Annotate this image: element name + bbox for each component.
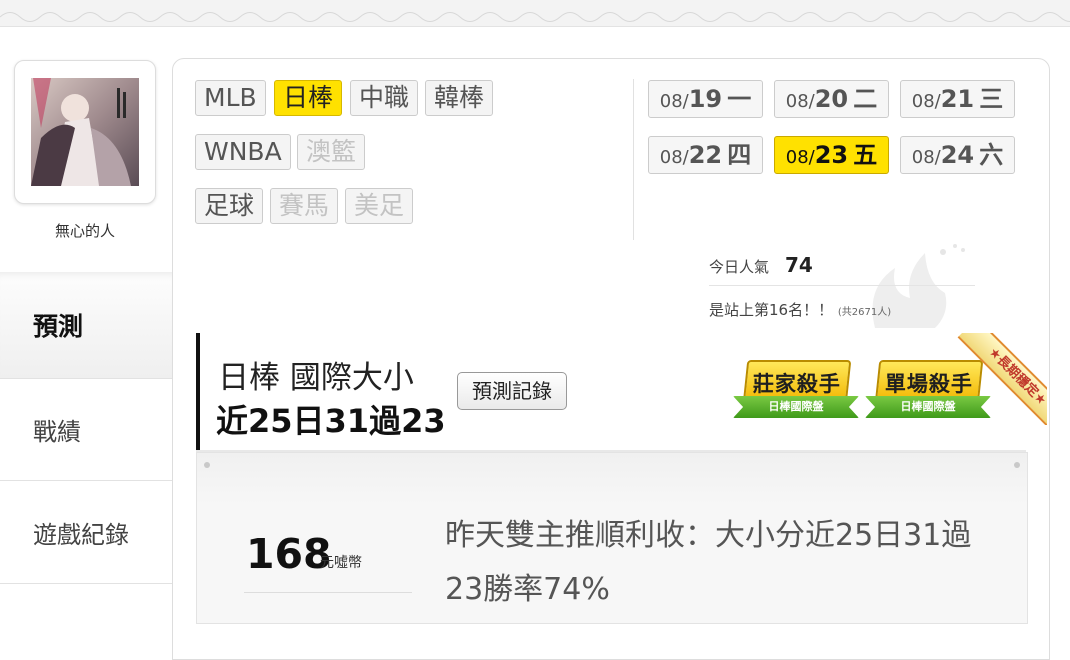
date-weekday: 一 xyxy=(727,85,752,113)
prediction-header-accent xyxy=(196,333,200,450)
avatar[interactable] xyxy=(31,78,139,186)
date-chip-0824[interactable]: 08/24 六 xyxy=(900,136,1015,174)
league-chip-wnba[interactable]: WNBA xyxy=(195,134,291,170)
date-weekday: 二 xyxy=(853,85,878,113)
date-day: 23 xyxy=(814,141,849,169)
badge-subtitle: 日棒國際盤 xyxy=(768,400,824,413)
pin-icon xyxy=(1014,462,1020,468)
prediction-title: 日棒 國際大小 xyxy=(218,360,414,396)
badge-title: 莊家殺手 xyxy=(752,372,841,396)
date-month: 08/ xyxy=(785,147,815,168)
date-chip-0821[interactable]: 08/21 三 xyxy=(900,80,1015,118)
rank-row: 是站上第16名！！ (共2671人) xyxy=(709,299,891,320)
rank-total: (共2671人) xyxy=(837,307,892,318)
popularity-row: 今日人氣 74 xyxy=(709,253,813,277)
rank-text: 是站上第16名！！ xyxy=(709,301,834,319)
league-chip-mlb[interactable]: MLB xyxy=(195,80,266,116)
username: 無心的人 xyxy=(54,222,115,240)
prediction-description: 昨天雙主推順利收：大小分近25日31過23勝率74% xyxy=(445,518,972,607)
long-term-stable-ribbon: ★長期穩定★ xyxy=(955,333,1047,425)
league-chip-australia-basketball: 澳籃 xyxy=(297,134,366,170)
date-weekday: 四 xyxy=(727,141,752,169)
date-day: 24 xyxy=(940,141,975,169)
divider xyxy=(633,79,634,240)
date-month: 08/ xyxy=(911,91,941,112)
popularity-value: 74 xyxy=(785,253,813,277)
divider xyxy=(709,285,975,286)
coin-amount: 168 xyxy=(246,530,332,578)
sidebar-tab-label: 遊戲紀錄 xyxy=(33,520,129,549)
sidebar-tab-record[interactable]: 戰績 xyxy=(0,378,172,480)
league-chip-american-football: 美足 xyxy=(345,188,414,224)
league-chip-soccer[interactable]: 足球 xyxy=(195,188,264,224)
league-chip-kbo[interactable]: 韓棒 xyxy=(425,80,494,116)
league-chip-japan-baseball[interactable]: 日棒 xyxy=(274,80,343,116)
date-month: 08/ xyxy=(659,91,689,112)
sidebar-tab-predict[interactable]: 預測 xyxy=(0,272,172,378)
sidebar-tab-game-log[interactable]: 遊戲紀錄 xyxy=(0,480,172,584)
date-day: 21 xyxy=(940,85,975,113)
date-chip-0819[interactable]: 08/19 一 xyxy=(648,80,763,118)
date-month: 08/ xyxy=(659,147,689,168)
date-chip-0823[interactable]: 08/23 五 xyxy=(774,136,889,174)
date-weekday: 五 xyxy=(853,141,878,169)
date-chip-0820[interactable]: 08/20 二 xyxy=(774,80,889,118)
badge-bookmaker-killer: 莊家殺手 日棒國際盤 xyxy=(733,350,859,430)
date-weekday: 三 xyxy=(979,85,1004,113)
top-scallop-border xyxy=(0,0,1070,27)
coin-unit: 元噓幣 xyxy=(320,555,362,571)
avatar-card[interactable] xyxy=(14,60,156,204)
date-month: 08/ xyxy=(785,91,815,112)
date-weekday: 六 xyxy=(979,141,1004,169)
date-day: 20 xyxy=(814,85,849,113)
league-chip-horse-racing: 賽馬 xyxy=(270,188,339,224)
pin-icon xyxy=(204,462,210,468)
league-chip-cpbl[interactable]: 中職 xyxy=(350,80,419,116)
date-day: 22 xyxy=(688,141,723,169)
divider xyxy=(244,592,412,593)
prediction-records-button[interactable]: 預測記錄 xyxy=(457,372,567,410)
sidebar-tab-label: 預測 xyxy=(33,312,84,341)
prediction-stat: 近25日31過23 xyxy=(216,402,446,440)
date-day: 19 xyxy=(688,85,723,113)
popularity-label: 今日人氣 xyxy=(709,258,770,276)
date-chip-0822[interactable]: 08/22 四 xyxy=(648,136,763,174)
sidebar-tab-label: 戰績 xyxy=(33,418,81,446)
ribbon-text: ★長期穩定★ xyxy=(957,333,1047,425)
date-month: 08/ xyxy=(911,147,941,168)
decorative-flame-icon xyxy=(855,238,975,337)
